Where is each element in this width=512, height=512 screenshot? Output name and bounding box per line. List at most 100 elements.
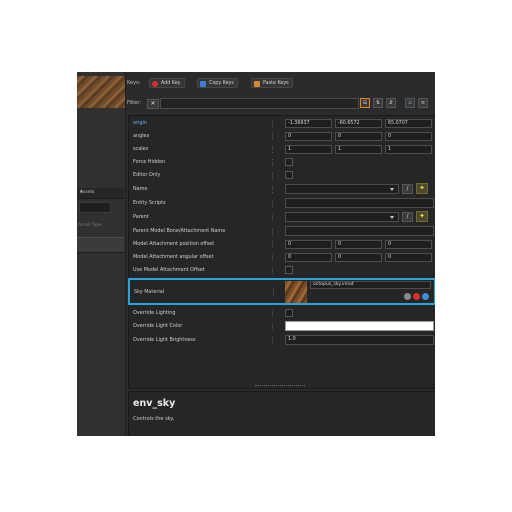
light-brightness-field[interactable]: 1.0 — [285, 335, 434, 345]
row-grip — [272, 267, 275, 274]
paste-keys-icon — [254, 81, 260, 87]
parent-dropdown[interactable] — [285, 212, 399, 222]
asset-type-label: Asset Type — [78, 223, 103, 228]
object-properties-panel: Keys: Add Key Copy Keys Paste Keys Filte… — [127, 72, 435, 436]
properties-window: Assets ▾ Asset Type Keys: Add Key Copy K… — [77, 72, 435, 436]
parent-bone-field[interactable] — [285, 226, 434, 236]
keys-toolbar: Keys: Add Key Copy Keys Paste Keys — [127, 76, 435, 90]
asset-search-field[interactable] — [79, 202, 111, 213]
row-grip — [272, 323, 275, 330]
row-grip — [272, 241, 275, 248]
property-label: Name — [133, 186, 148, 192]
open-material-icon[interactable] — [413, 293, 420, 300]
attach-pos-x-field[interactable]: 0 — [285, 240, 332, 249]
row-grip — [272, 172, 275, 179]
property-row-angles: angles 0 0 0 — [129, 130, 435, 143]
picker-icon[interactable]: / — [402, 184, 413, 194]
keys-label: Keys: — [127, 80, 141, 86]
property-row-entity-scripts: Entity Scripts — [129, 197, 435, 210]
property-row-parent-bone: Parent Model Bone/Attachment Name — [129, 225, 435, 238]
attach-ang-y-field[interactable]: 0 — [335, 253, 382, 262]
origin-x-field[interactable]: -1.36937 — [285, 119, 332, 128]
goto-icon[interactable]: ✦ — [416, 183, 428, 194]
assets-header[interactable]: Assets ▾ — [77, 188, 124, 199]
row-grip — [272, 200, 275, 207]
goto-icon[interactable]: ✦ — [416, 211, 428, 222]
panel-splitter[interactable] — [255, 385, 305, 386]
filter-label: Filter: — [127, 100, 141, 106]
property-label: Override Light Brightness — [133, 337, 196, 343]
menu-icon[interactable]: ≡ — [418, 98, 428, 108]
property-row-parent: Parent / ✦ — [129, 211, 435, 224]
asset-preview-thumbnail — [77, 76, 125, 108]
copy-keys-icon — [200, 81, 206, 87]
asset-browser-panel: Assets ▾ Asset Type — [77, 72, 126, 436]
property-row-sky-material[interactable]: Sky Material octopus_sky.vmat — [128, 278, 435, 305]
sort-alpha-icon[interactable]: ⇵ — [386, 98, 396, 108]
attach-ang-x-field[interactable]: 0 — [285, 253, 332, 262]
asset-type-select[interactable] — [77, 237, 124, 253]
light-color-swatch[interactable] — [285, 321, 434, 331]
description-panel: env_sky Controls the sky. — [128, 391, 435, 436]
row-grip — [272, 146, 275, 153]
force-hidden-checkbox[interactable] — [285, 158, 293, 166]
property-label: Override Light Color — [133, 323, 183, 329]
add-key-button[interactable]: Add Key — [149, 78, 185, 88]
property-label: Model Attachment position offset — [133, 241, 215, 247]
row-grip — [272, 120, 275, 127]
property-label: Parent Model Bone/Attachment Name — [133, 228, 226, 234]
property-row-attachment-position: Model Attachment position offset 0 0 0 — [129, 238, 435, 251]
material-thumbnail[interactable] — [285, 281, 307, 303]
paste-keys-button[interactable]: Paste Keys — [251, 78, 293, 88]
scales-y-field[interactable]: 1 — [335, 145, 382, 154]
origin-z-field[interactable]: 65.0707 — [385, 119, 432, 128]
angles-y-field[interactable]: 0 — [335, 132, 382, 141]
property-row-attachment-angular: Model Attachment angular offset 0 0 0 — [129, 251, 435, 264]
chevron-down-icon[interactable]: ▾ — [80, 190, 121, 195]
property-label: origin — [133, 120, 147, 126]
attach-ang-z-field[interactable]: 0 — [385, 253, 432, 262]
angles-z-field[interactable]: 0 — [385, 132, 432, 141]
name-dropdown[interactable] — [285, 184, 399, 194]
override-lighting-checkbox[interactable] — [285, 309, 293, 317]
origin-y-field[interactable]: -60.6572 — [335, 119, 382, 128]
row-grip — [272, 337, 275, 344]
sky-material-path-field[interactable]: octopus_sky.vmat — [310, 281, 431, 289]
property-label: Sky Material — [134, 289, 165, 295]
chevron-down-icon — [390, 188, 394, 191]
scales-x-field[interactable]: 1 — [285, 145, 332, 154]
editor-only-checkbox[interactable] — [285, 171, 293, 179]
property-row-force-hidden: Force Hidden — [129, 156, 435, 169]
copy-keys-button[interactable]: Copy Keys — [197, 78, 238, 88]
clear-icon[interactable]: ✕ — [147, 99, 159, 109]
property-row-origin: origin -1.36937 -60.6572 65.0707 — [129, 117, 435, 130]
browse-icon[interactable] — [422, 293, 429, 300]
filter-input[interactable] — [160, 98, 359, 109]
entity-class-description: Controls the sky. — [133, 416, 175, 422]
property-row-override-light-color: Override Light Color — [129, 320, 435, 333]
property-label: Parent — [133, 214, 149, 220]
attach-pos-z-field[interactable]: 0 — [385, 240, 432, 249]
entity-class-title: env_sky — [133, 398, 176, 409]
row-grip — [272, 254, 275, 261]
search-icon[interactable] — [404, 293, 411, 300]
angles-x-field[interactable]: 0 — [285, 132, 332, 141]
picker-icon[interactable]: / — [402, 212, 413, 222]
property-label: angles — [133, 133, 150, 139]
property-label: Entity Scripts — [133, 200, 166, 206]
row-grip — [272, 228, 275, 235]
user-icon[interactable]: ♙ — [405, 98, 415, 108]
entity-scripts-field[interactable] — [285, 198, 434, 208]
property-label: Model Attachment angular offset — [133, 254, 214, 260]
use-attachment-offset-checkbox[interactable] — [285, 266, 293, 274]
row-grip — [272, 133, 275, 140]
paste-keys-label: Paste Keys — [263, 81, 289, 86]
attach-pos-y-field[interactable]: 0 — [335, 240, 382, 249]
row-grip — [273, 289, 276, 296]
list-view-icon[interactable]: ☰ — [360, 98, 370, 108]
scales-z-field[interactable]: 1 — [385, 145, 432, 154]
sort-icon[interactable]: ⇅ — [373, 98, 383, 108]
add-key-label: Add Key — [161, 81, 181, 86]
property-label: scales — [133, 146, 149, 152]
property-row-override-light-brightness: Override Light Brightness 1.0 — [129, 334, 435, 347]
